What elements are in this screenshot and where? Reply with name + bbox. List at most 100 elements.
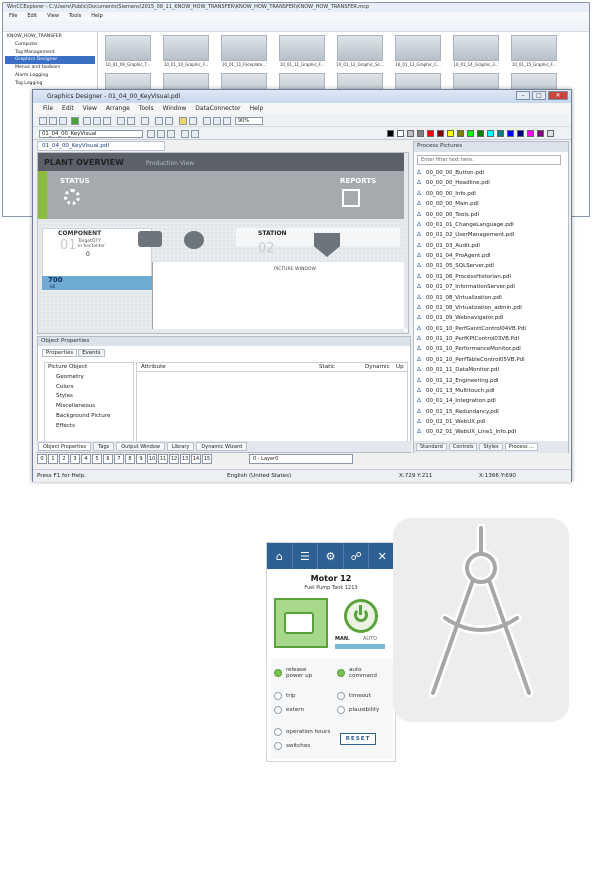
align-icon[interactable] bbox=[147, 130, 155, 138]
color-swatch[interactable] bbox=[417, 130, 424, 137]
process-picture-item[interactable]: 00_01_05_SQLServer.pdl bbox=[417, 261, 561, 272]
home-icon[interactable]: ⌂ bbox=[267, 543, 293, 569]
process-picture-item[interactable]: 00_02_01_WebUX_Line1_Info.pdl bbox=[417, 427, 561, 438]
thumbnail[interactable]: 10_01_10_Graphic_F... bbox=[159, 35, 213, 67]
tab-library[interactable]: Library bbox=[166, 442, 195, 451]
menu-file[interactable]: File bbox=[9, 13, 17, 20]
process-picture-item[interactable]: 00_01_03_Audit.pdl bbox=[417, 241, 561, 252]
tree-item-styles[interactable]: Styles bbox=[48, 392, 130, 402]
layer-button[interactable]: 8 bbox=[125, 454, 135, 464]
bold-icon[interactable] bbox=[191, 130, 199, 138]
process-picture-item[interactable]: 00_01_09_Webnavigator.pdl bbox=[417, 313, 561, 324]
picture-window[interactable] bbox=[152, 262, 408, 332]
process-picture-item[interactable]: 00_01_07_InformationServer.pdl bbox=[417, 282, 561, 293]
menu-edit[interactable]: Edit bbox=[27, 13, 37, 20]
menu-window[interactable]: Window bbox=[163, 105, 187, 112]
font-icon[interactable] bbox=[181, 130, 189, 138]
layer-button[interactable]: 1 bbox=[48, 454, 58, 464]
tab-events[interactable]: Events bbox=[78, 349, 105, 357]
gear-icon[interactable]: ⚙ bbox=[318, 543, 344, 569]
canvas-vertical-scrollbar[interactable] bbox=[404, 153, 408, 329]
color-swatch[interactable] bbox=[517, 130, 524, 137]
process-picture-item[interactable]: 00_00_00_Tools.pdl bbox=[417, 210, 561, 221]
process-picture-item[interactable]: 00_01_02_UserManagement.pdl bbox=[417, 230, 561, 241]
undo-icon[interactable] bbox=[117, 117, 125, 125]
color-swatch[interactable] bbox=[507, 130, 514, 137]
process-picture-item[interactable]: 00_01_04_ProAgent.pdl bbox=[417, 251, 561, 262]
print-icon[interactable] bbox=[141, 117, 149, 125]
layers-icon[interactable] bbox=[179, 117, 187, 125]
grid-icon[interactable] bbox=[155, 117, 163, 125]
open-icon[interactable] bbox=[49, 117, 57, 125]
color-swatch[interactable] bbox=[547, 130, 554, 137]
thumbnail[interactable]: 10_01_12_Graphic_Sc... bbox=[333, 35, 387, 67]
layer-button[interactable]: 14 bbox=[191, 454, 201, 464]
close-icon[interactable]: ✕ bbox=[369, 543, 395, 569]
snap-icon[interactable] bbox=[165, 117, 173, 125]
layer-button[interactable]: 15 bbox=[202, 454, 212, 464]
color-swatch[interactable] bbox=[497, 130, 504, 137]
menu-tools[interactable]: Tools bbox=[139, 105, 154, 112]
tree-root[interactable]: KNOW_HOW_TRANSFER bbox=[5, 33, 95, 41]
color-swatch[interactable] bbox=[467, 130, 474, 137]
color-swatch[interactable] bbox=[427, 130, 434, 137]
zoom-in-icon[interactable] bbox=[203, 117, 211, 125]
thumbnail[interactable]: 10_01_09_Graphic_T... bbox=[101, 35, 155, 67]
process-picture-item[interactable]: 00_01_06_ProcessHistorian.pdl bbox=[417, 272, 561, 283]
column-dynamic[interactable]: Dynamic bbox=[365, 364, 390, 370]
tree-item-tag-logging[interactable]: Tag Logging bbox=[5, 80, 95, 88]
menu-arrange[interactable]: Arrange bbox=[106, 105, 130, 112]
zoom-fit-icon[interactable] bbox=[223, 117, 231, 125]
tab-output-window[interactable]: Output Window bbox=[116, 442, 165, 451]
thumbnail[interactable]: 10_01_11_Graphic_F... bbox=[275, 35, 329, 67]
process-picture-item[interactable]: 00_02_01_WebUX.pdl bbox=[417, 417, 561, 428]
tab-standard[interactable]: Standard bbox=[416, 443, 447, 451]
tab-controls[interactable]: Controls bbox=[448, 443, 478, 451]
tab-tags[interactable]: Tags bbox=[93, 442, 115, 451]
layer-button[interactable]: 10 bbox=[147, 454, 157, 464]
maximize-icon[interactable]: □ bbox=[532, 91, 546, 100]
menu-edit[interactable]: Edit bbox=[62, 105, 74, 112]
color-swatch[interactable] bbox=[537, 130, 544, 137]
column-update[interactable]: Up bbox=[396, 364, 404, 370]
clipboard-icon[interactable] bbox=[342, 189, 360, 207]
process-picture-item[interactable]: 00_01_10_PerfGanttControl04VB.Pdl bbox=[417, 324, 561, 335]
layer-button[interactable]: 9 bbox=[136, 454, 146, 464]
color-swatch[interactable] bbox=[457, 130, 464, 137]
color-swatch[interactable] bbox=[397, 130, 404, 137]
color-swatch[interactable] bbox=[487, 130, 494, 137]
color-swatch[interactable] bbox=[437, 130, 444, 137]
copy-icon[interactable] bbox=[93, 117, 101, 125]
mode-switch[interactable] bbox=[335, 644, 385, 649]
color-swatch[interactable] bbox=[527, 130, 534, 137]
column-static[interactable]: Static bbox=[319, 364, 335, 370]
process-picture-item[interactable]: 00_00_00_Button.pdl bbox=[417, 168, 561, 179]
process-picture-item[interactable]: 00_01_15_Redundancy.pdl bbox=[417, 407, 561, 418]
layer-button[interactable]: 6 bbox=[103, 454, 113, 464]
process-picture-item[interactable]: 00_01_10_PerformanceMonitor.pdl bbox=[417, 344, 561, 355]
layer-button[interactable]: 13 bbox=[180, 454, 190, 464]
tab-properties[interactable]: Properties bbox=[42, 349, 78, 357]
reset-button[interactable]: RESET bbox=[340, 733, 376, 745]
layer-button[interactable]: 3 bbox=[70, 454, 80, 464]
mode-auto-label[interactable]: AUTO bbox=[363, 636, 377, 642]
thumbnail[interactable]: 10_01_15_Graphic_F... bbox=[507, 35, 561, 67]
tree-item-background-picture[interactable]: Background Picture bbox=[48, 412, 130, 422]
menu-tools[interactable]: Tools bbox=[69, 13, 81, 20]
menu-file[interactable]: File bbox=[43, 105, 53, 112]
layer-button[interactable]: 0 bbox=[37, 454, 47, 464]
new-icon[interactable] bbox=[39, 117, 47, 125]
color-swatch[interactable] bbox=[387, 130, 394, 137]
layer-button[interactable]: 11 bbox=[158, 454, 168, 464]
tab-process[interactable]: Process ... bbox=[504, 443, 538, 451]
process-picture-item[interactable]: 00_01_10_PerfKPIControl03VB.Pdl bbox=[417, 334, 561, 345]
minimize-icon[interactable]: – bbox=[516, 91, 530, 100]
tab-dynamic-wizard[interactable]: Dynamic Wizard bbox=[196, 442, 248, 451]
column-attribute[interactable]: Attribute bbox=[141, 364, 166, 370]
tree-item-miscellaneous[interactable]: Miscellaneous bbox=[48, 402, 130, 412]
layer-button[interactable]: 4 bbox=[81, 454, 91, 464]
list-icon[interactable]: ☰ bbox=[293, 543, 319, 569]
color-swatch[interactable] bbox=[477, 130, 484, 137]
tree-item-effects[interactable]: Effects bbox=[48, 422, 130, 432]
color-swatch[interactable] bbox=[407, 130, 414, 137]
